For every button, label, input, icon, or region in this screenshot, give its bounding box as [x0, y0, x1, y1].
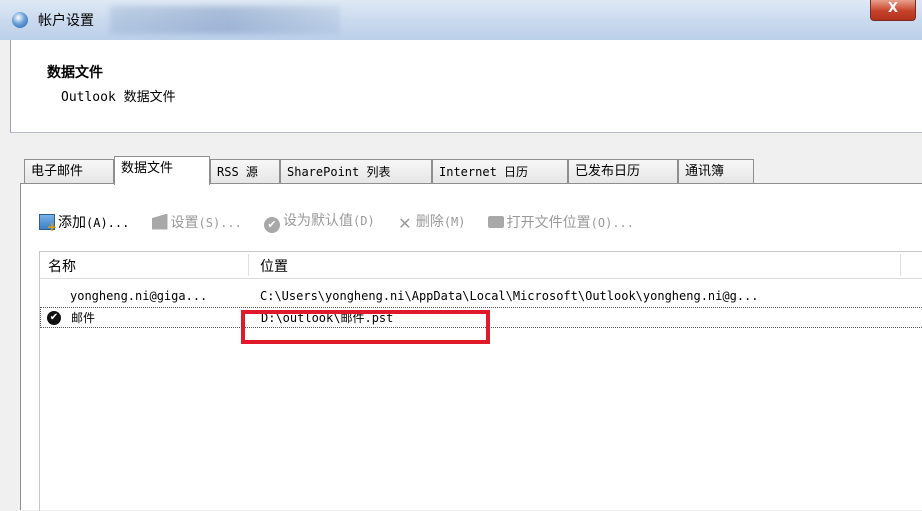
tab-data-files[interactable]: 数据文件: [114, 156, 210, 185]
remove-key: (M): [443, 215, 466, 229]
row-name: yongheng.ni@giga...: [70, 289, 208, 303]
settings-button[interactable]: 设置(S)...: [151, 212, 242, 232]
add-label: 添加: [58, 214, 86, 231]
remove-button[interactable]: ✕ 删除(M): [397, 211, 466, 233]
tab-address-book[interactable]: 通讯簿: [678, 159, 754, 183]
open-location-button[interactable]: 打开文件位置(O)...: [487, 212, 635, 232]
folder-icon: [487, 215, 504, 228]
tab-published-calendar[interactable]: 已发布日历: [568, 159, 678, 183]
red-highlight-box: [241, 310, 490, 344]
settings-label: 设置: [170, 214, 199, 231]
set-default-label: 设为默认值: [283, 213, 353, 229]
table-row[interactable]: yongheng.ni@giga... C:\Users\yongheng.ni…: [40, 286, 922, 307]
tab-sharepoint[interactable]: SharePoint 列表: [280, 159, 432, 183]
column-header-location[interactable]: 位置: [260, 256, 288, 276]
dialog-header: 数据文件 Outlook 数据文件: [10, 40, 922, 133]
tab-sharepoint-label: SharePoint 列表: [287, 165, 391, 179]
tab-rss-label: RSS 源: [217, 165, 258, 179]
add-key: (A)...: [86, 215, 130, 230]
column-separator[interactable]: [900, 254, 901, 276]
tab-email[interactable]: 电子邮件: [24, 159, 114, 183]
tab-rss[interactable]: RSS 源: [210, 159, 280, 183]
tab-internet-calendar-label: Internet 日历: [439, 165, 529, 179]
open-location-label: 打开文件位置: [506, 214, 591, 231]
outlook-app-icon: [12, 12, 28, 28]
title-bar: 帐户设置 X: [0, 0, 922, 40]
window-title: 帐户设置: [38, 13, 94, 29]
add-icon: [39, 213, 57, 234]
delete-x-icon: ✕: [398, 214, 412, 233]
add-button[interactable]: 添加(A)...: [39, 212, 130, 234]
data-files-panel: 添加(A)... 设置(S)... ✔设为默认值(D) ✕删除(M) 打开文件位…: [20, 183, 922, 511]
tab-internet-calendar[interactable]: Internet 日历: [432, 159, 568, 183]
header-subtitle: Outlook 数据文件: [61, 90, 176, 105]
column-separator[interactable]: [248, 254, 249, 276]
title-bar-blur: [110, 6, 340, 34]
set-default-key: (D): [353, 214, 375, 228]
close-button[interactable]: X: [870, 0, 916, 21]
open-location-key: (O)...: [590, 215, 635, 230]
settings-icon: [151, 213, 168, 230]
data-file-list[interactable]: 名称 位置 yongheng.ni@giga... C:\Users\yongh…: [39, 251, 922, 511]
default-check-icon: ✔: [47, 311, 61, 325]
toolbar: 添加(A)... 设置(S)... ✔设为默认值(D) ✕删除(M) 打开文件位…: [39, 210, 652, 234]
header-title: 数据文件: [47, 65, 103, 81]
list-header: 名称 位置: [40, 252, 922, 279]
row-name: 邮件: [71, 311, 96, 325]
settings-key: (S)...: [198, 215, 242, 230]
column-header-name[interactable]: 名称: [48, 256, 76, 276]
remove-label: 删除: [415, 214, 444, 230]
set-default-button[interactable]: ✔ 设为默认值(D): [264, 210, 375, 233]
row-location: C:\Users\yongheng.ni\AppData\Local\Micro…: [260, 289, 759, 303]
checkmark-circle-icon: ✔: [264, 217, 280, 233]
